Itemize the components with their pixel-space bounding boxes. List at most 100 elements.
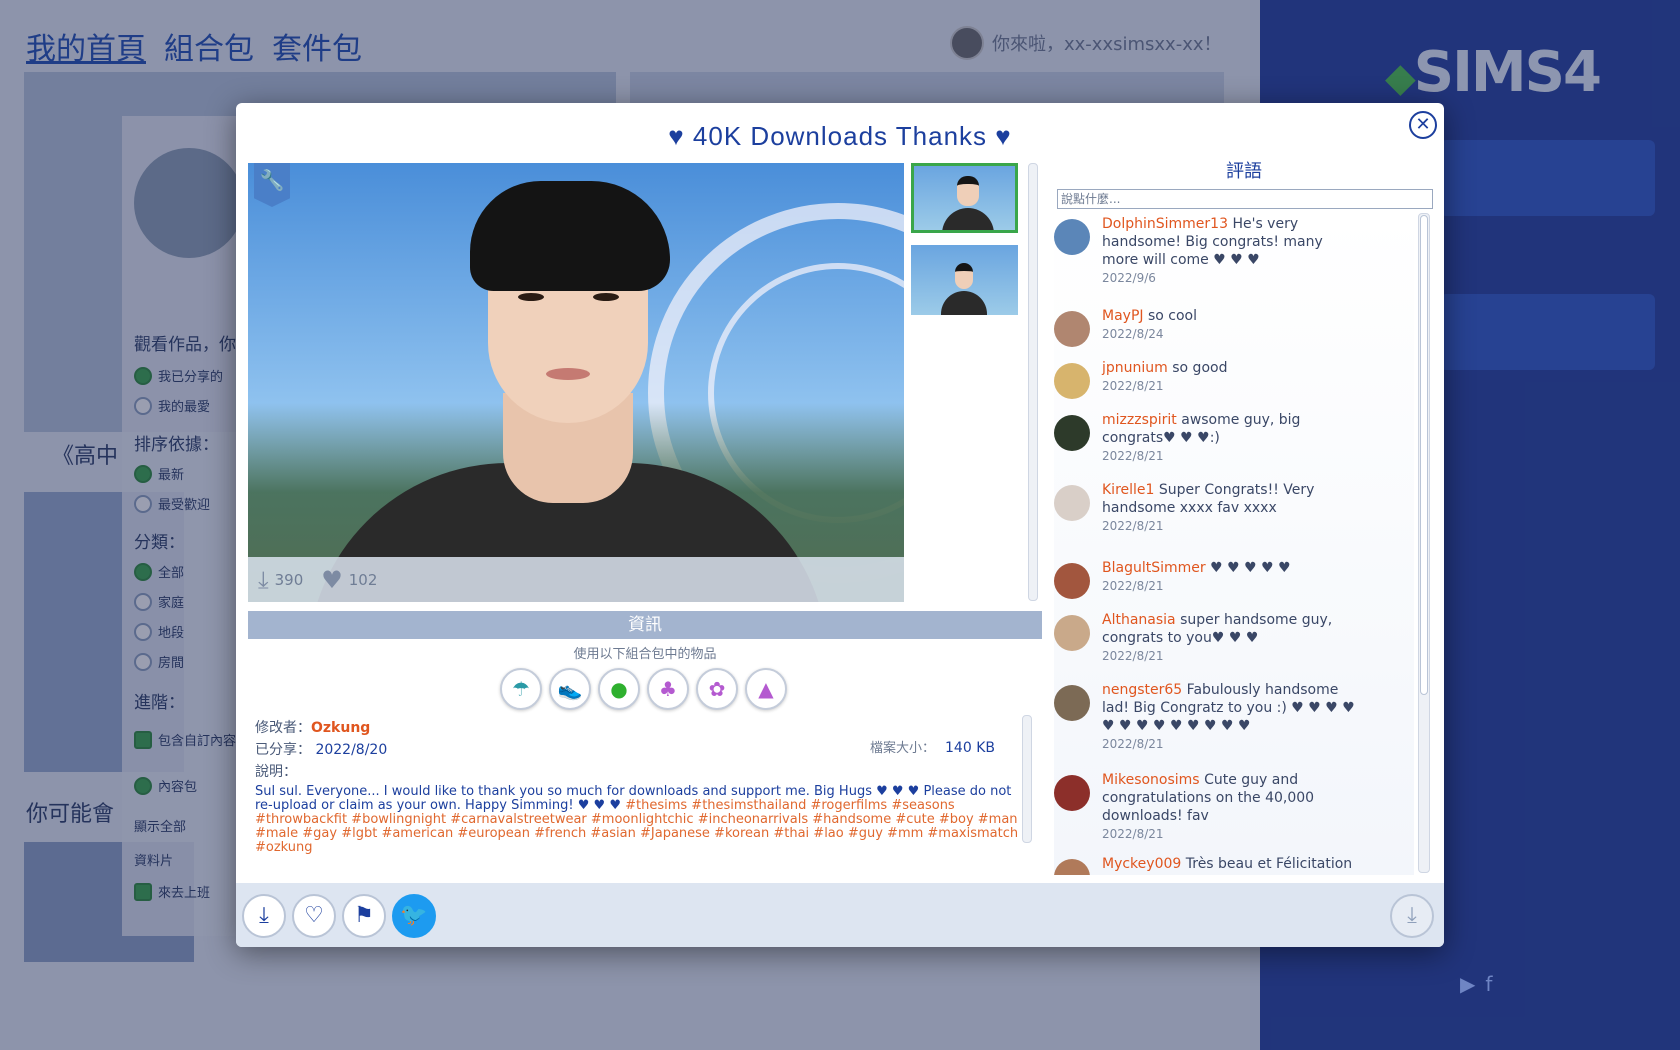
comment-input[interactable]: 說點什麼... bbox=[1057, 189, 1433, 209]
stats-bar: ⤓ 390 ♥ 102 bbox=[248, 557, 904, 602]
comment-date: 2022/8/21 bbox=[1102, 649, 1164, 663]
close-icon[interactable]: ✕ bbox=[1409, 111, 1437, 139]
pack-icons: ☂ 👟 ● ♣ ✿ ▲ bbox=[500, 668, 787, 710]
description: Sul sul. Everyone... I would like to tha… bbox=[255, 785, 1025, 855]
comment-avatar[interactable] bbox=[1054, 219, 1090, 255]
heart-icon: ♡ bbox=[304, 903, 324, 928]
info-scrollbar[interactable] bbox=[1022, 715, 1032, 843]
comment-body: MayPJ so cool 2022/8/24 bbox=[1102, 307, 1362, 347]
comment-body: BlagultSimmer ♥ ♥ ♥ ♥ ♥ 2022/8/21 bbox=[1102, 559, 1362, 599]
download-count: ⤓ 390 bbox=[258, 566, 303, 594]
jacket-pack-icon[interactable]: ♣ bbox=[647, 668, 689, 710]
comment-text: Très beau et Félicitation bbox=[1185, 856, 1353, 872]
packs-note: 使用以下組合包中的物品 bbox=[573, 647, 717, 662]
comment-body: Mikesonosims Cute guy and congratulation… bbox=[1102, 771, 1362, 843]
comment-avatar[interactable] bbox=[1054, 363, 1090, 399]
comment-date: 2022/8/21 bbox=[1102, 519, 1164, 533]
comment-avatar[interactable] bbox=[1054, 615, 1090, 651]
comment-user[interactable]: jpnunium bbox=[1102, 360, 1168, 376]
sim-eye bbox=[518, 293, 544, 301]
creator-name[interactable]: Ozkung bbox=[311, 720, 370, 736]
sneaker-pack-icon[interactable]: 👟 bbox=[549, 668, 591, 710]
comments-title: 評語 bbox=[1226, 161, 1262, 182]
download-count-value: 390 bbox=[274, 570, 304, 589]
flag-icon: ⚑ bbox=[354, 903, 374, 928]
comment-user[interactable]: Althanasia bbox=[1102, 612, 1176, 628]
heart-icon: ♥ bbox=[321, 565, 343, 594]
comment-item: jpnunium so good 2022/8/21 bbox=[1054, 359, 1404, 399]
favorite-count: ♥ 102 bbox=[321, 566, 377, 594]
thumbnail-sim-head bbox=[957, 176, 979, 206]
download-icon: ⤓ bbox=[258, 565, 269, 594]
comment-user[interactable]: Myckey009 bbox=[1102, 856, 1181, 872]
thumbnail-scrollbar[interactable] bbox=[1028, 163, 1038, 601]
thumbnail-sim-head bbox=[955, 263, 973, 289]
youtube-icon[interactable]: ▶ bbox=[1460, 972, 1475, 996]
comment-date: 2022/8/21 bbox=[1102, 579, 1164, 593]
comment-user[interactable]: MayPJ bbox=[1102, 308, 1144, 324]
comment-date: 2022/8/21 bbox=[1102, 449, 1164, 463]
comment-user[interactable]: DolphinSimmer13 bbox=[1102, 216, 1228, 232]
bowling-pack-icon[interactable]: ● bbox=[598, 668, 640, 710]
social-links: ▶ f bbox=[1460, 972, 1492, 996]
comment-avatar[interactable] bbox=[1054, 563, 1090, 599]
comment-avatar[interactable] bbox=[1054, 311, 1090, 347]
comment-text: so good bbox=[1172, 360, 1228, 376]
shared-label: 已分享： bbox=[255, 742, 311, 758]
comment-item: Mikesonosims Cute guy and congratulation… bbox=[1054, 771, 1404, 843]
comment-date: 2022/9/6 bbox=[1102, 271, 1156, 285]
favorite-button[interactable]: ♡ bbox=[292, 894, 336, 938]
comment-body: mizzzspirit awsome guy, big congrats♥ ♥ … bbox=[1102, 411, 1362, 465]
download-alt-button[interactable]: ⤓ bbox=[1390, 894, 1434, 938]
comment-user[interactable]: nengster65 bbox=[1102, 682, 1182, 698]
main-screenshot[interactable]: 🔧 ⤓ 390 ♥ 102 bbox=[248, 163, 904, 602]
sim-lips bbox=[546, 368, 590, 380]
comment-item: MayPJ so cool 2022/8/24 bbox=[1054, 307, 1404, 347]
info-header: 資訊 bbox=[248, 611, 1042, 639]
comment-item: Kirelle1 Super Congrats!! Very handsome … bbox=[1054, 481, 1404, 535]
comment-user[interactable]: mizzzspirit bbox=[1102, 412, 1177, 428]
weather-pack-icon[interactable]: ☂ bbox=[500, 668, 542, 710]
comments-list: DolphinSimmer13 He's very handsome! Big … bbox=[1054, 215, 1414, 875]
download-icon: ⤓ bbox=[259, 903, 269, 928]
comment-avatar[interactable] bbox=[1054, 685, 1090, 721]
thumbnail[interactable] bbox=[911, 245, 1018, 315]
comment-body: Althanasia super handsome guy, congrats … bbox=[1102, 611, 1362, 665]
comment-avatar[interactable] bbox=[1054, 775, 1090, 811]
comment-body: Myckey009 Très beau et Félicitation bbox=[1102, 855, 1362, 875]
report-button[interactable]: ⚑ bbox=[342, 894, 386, 938]
comment-item: nengster65 Fabulously handsome lad! Big … bbox=[1054, 681, 1404, 753]
thumbnail-sim-body bbox=[942, 208, 994, 230]
comment-item: Althanasia super handsome guy, congrats … bbox=[1054, 611, 1404, 665]
comment-date: 2022/8/21 bbox=[1102, 737, 1164, 751]
download-icon: ⤓ bbox=[1407, 903, 1417, 928]
creator-row: 修改者：Ozkung bbox=[255, 717, 370, 737]
favorite-count-value: 102 bbox=[348, 570, 378, 589]
twitter-share-button[interactable]: 🐦 bbox=[392, 894, 436, 938]
shared-row: 已分享： 2022/8/20 bbox=[255, 739, 387, 759]
shared-date: 2022/8/20 bbox=[315, 742, 388, 758]
comments-scroll-thumb[interactable] bbox=[1420, 215, 1428, 695]
modal-title: ♥ 40K Downloads Thanks ♥ bbox=[668, 121, 1012, 151]
comment-body: DolphinSimmer13 He's very handsome! Big … bbox=[1102, 215, 1362, 287]
comment-avatar[interactable] bbox=[1054, 485, 1090, 521]
filesize-row: 檔案大小： 140 KB bbox=[870, 737, 995, 756]
comment-avatar[interactable] bbox=[1054, 415, 1090, 451]
thumbnail[interactable] bbox=[911, 163, 1018, 233]
sim-hair bbox=[470, 181, 670, 291]
mask-pack-icon[interactable]: ✿ bbox=[696, 668, 738, 710]
comment-item: Myckey009 Très beau et Félicitation bbox=[1054, 855, 1404, 875]
comment-avatar[interactable] bbox=[1054, 859, 1090, 875]
comment-body: nengster65 Fabulously handsome lad! Big … bbox=[1102, 681, 1362, 753]
comment-user[interactable]: Mikesonosims bbox=[1102, 772, 1200, 788]
comment-user[interactable]: Kirelle1 bbox=[1102, 482, 1154, 498]
comment-user[interactable]: BlagultSimmer bbox=[1102, 560, 1206, 576]
comment-text: ♥ ♥ ♥ ♥ ♥ bbox=[1210, 560, 1291, 576]
boots-pack-icon[interactable]: ▲ bbox=[745, 668, 787, 710]
sim-eye bbox=[593, 293, 619, 301]
gallery-item-modal: ♥ 40K Downloads Thanks ♥ ✕ 🔧 ⤓ 390 ♥ 102 bbox=[236, 103, 1444, 947]
comment-date: 2022/8/24 bbox=[1102, 327, 1164, 341]
download-button[interactable]: ⤓ bbox=[242, 894, 286, 938]
facebook-icon[interactable]: f bbox=[1485, 972, 1492, 996]
creator-label: 修改者： bbox=[255, 720, 311, 736]
